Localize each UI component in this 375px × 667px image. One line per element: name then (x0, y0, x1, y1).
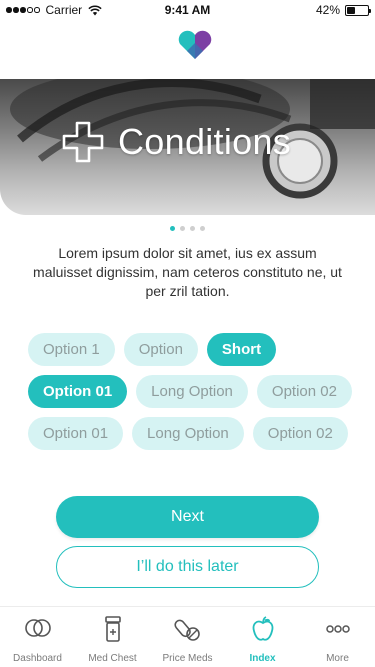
option-chip[interactable]: Option 01 (28, 417, 124, 450)
chip-row: Option 1 Option Short (28, 333, 358, 366)
page-title: Conditions (118, 121, 292, 162)
tab-more[interactable]: More (300, 607, 375, 667)
rings-icon (23, 615, 53, 648)
hero-title-group: Conditions (62, 121, 291, 163)
apple-icon (248, 615, 278, 648)
do-later-button[interactable]: I’ll do this later (56, 546, 319, 588)
battery-percent: 42% (315, 3, 340, 17)
chip-row: Option 01 Long Option Option 02 (28, 417, 358, 450)
pager-dot[interactable] (200, 226, 205, 231)
tab-label: Med Chest (88, 653, 137, 664)
tab-label: Price Meds (162, 653, 213, 664)
status-bar: Carrier 9:41 AM 42% (0, 0, 375, 20)
next-button[interactable]: Next (56, 496, 319, 538)
app-logo-icon (178, 30, 212, 59)
plus-cross-icon (62, 121, 104, 163)
pill-bottle-icon (98, 615, 128, 648)
tab-label: Index (249, 653, 276, 664)
tab-index[interactable]: Index (225, 607, 300, 667)
chip-row: Option 01 Long Option Option 02 (28, 375, 358, 408)
option-chip[interactable]: Option (123, 333, 198, 366)
option-chips: Option 1 Option Short Option 01 Long Option O… (28, 333, 358, 450)
hero-banner: Conditions (0, 79, 375, 215)
option-chip[interactable]: Option 02 (252, 417, 348, 450)
option-chip[interactable]: Long Option (136, 375, 248, 408)
pager-dot[interactable] (170, 226, 175, 231)
battery-level (347, 6, 356, 14)
tab-label: More (326, 653, 349, 664)
option-chip[interactable]: Option 02 (256, 375, 352, 408)
battery-icon (345, 4, 371, 16)
more-dots-icon (323, 615, 353, 648)
option-chip[interactable]: Option 1 (28, 333, 115, 366)
page-indicator (0, 226, 375, 231)
option-chip[interactable]: Long Option (132, 417, 244, 450)
tab-price-meds[interactable]: Price Meds (150, 607, 225, 667)
description-text: Lorem ipsum dolor sit amet, ius ex assum… (33, 245, 342, 299)
pills-icon (173, 615, 203, 648)
tab-med-chest[interactable]: Med Chest (75, 607, 150, 667)
pager-dot[interactable] (190, 226, 195, 231)
tab-label: Dashboard (13, 653, 62, 664)
pager-dot[interactable] (180, 226, 185, 231)
tab-bar: Dashboard Med Chest Price Meds Index More (0, 606, 375, 667)
option-chip[interactable]: Short (206, 333, 277, 366)
tab-dashboard[interactable]: Dashboard (0, 607, 75, 667)
option-chip[interactable]: Option 01 (28, 375, 128, 408)
status-right: 42% (315, 3, 371, 17)
